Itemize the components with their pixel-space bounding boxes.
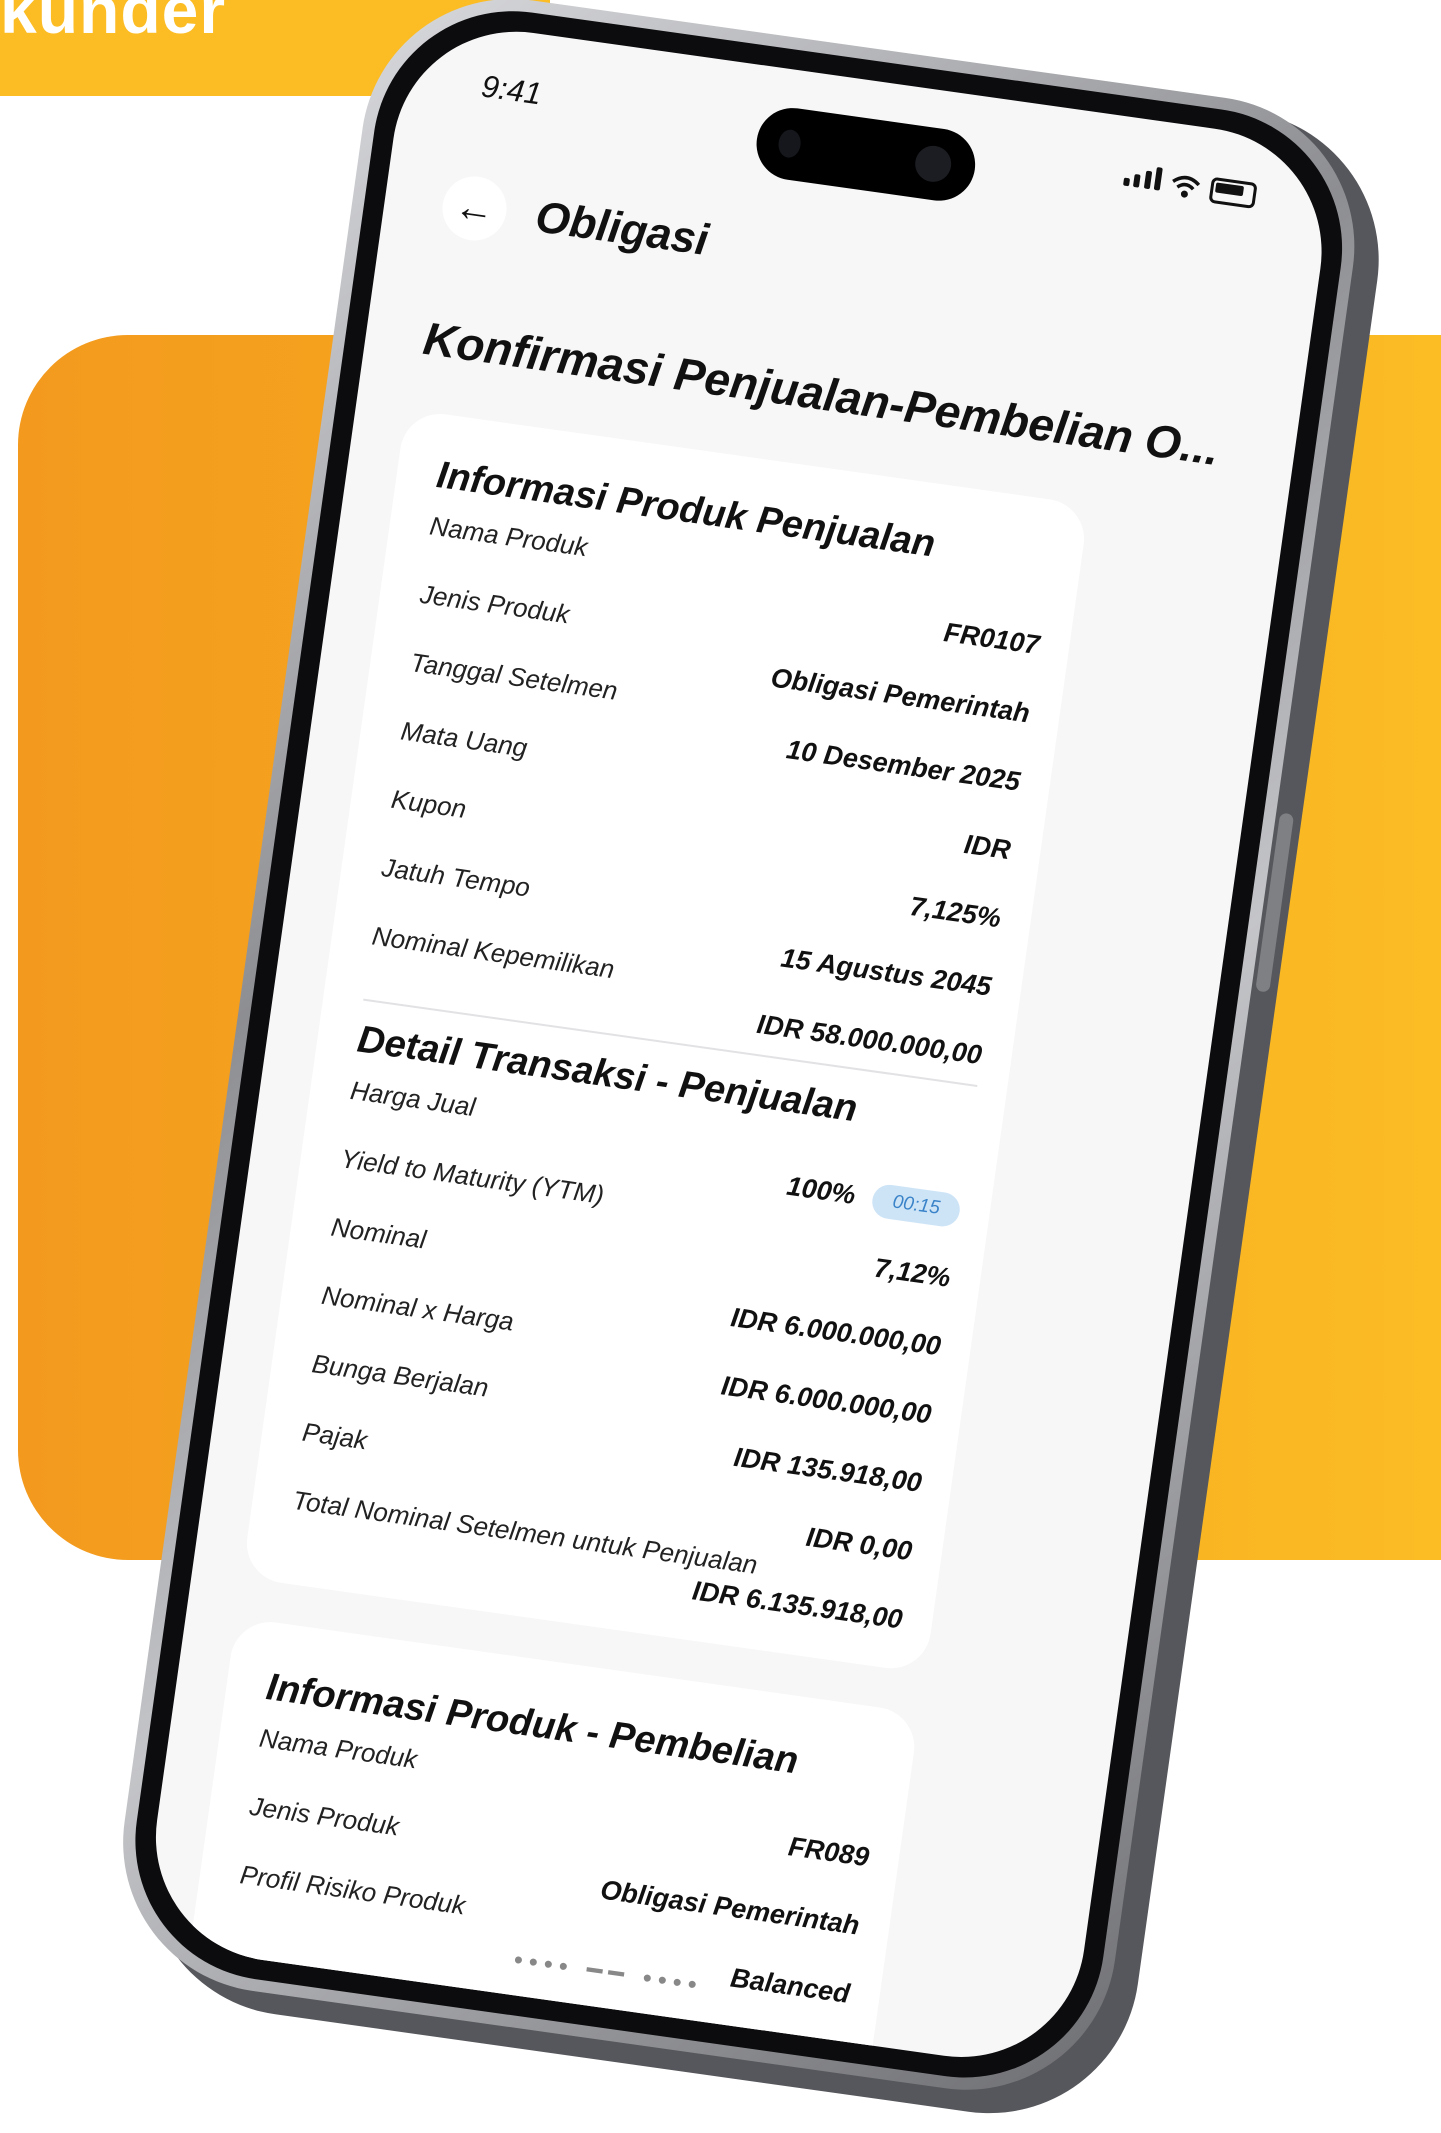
phone-mockup: 9:41 ← Obligasi Konfirmasi Penjualan-Pem… — [102, 0, 1399, 2133]
sale-card: Informasi Produk Penjualan Nama Produk FR… — [241, 408, 1090, 1674]
battery-icon — [1208, 176, 1258, 209]
sensor-icon — [776, 128, 803, 160]
row-value-text: IDR — [962, 828, 1013, 866]
sale-detail-list: Harga Jual 100% 00:15 Yield to Maturity (YT… — [246, 1069, 997, 1643]
row-value-text: IDR 6.135.918,00 — [690, 1575, 905, 1635]
row-value: IDR 58.000.000,00 — [755, 1009, 984, 1071]
row-value-text: IDR 58.000.000,00 — [755, 1008, 984, 1071]
dynamic-island — [751, 103, 980, 206]
app-header: ← Obligasi — [438, 172, 712, 273]
row-value-text: FR089 — [786, 1831, 871, 1873]
row-value-text: 100% — [784, 1170, 858, 1211]
signal-icon — [1122, 163, 1163, 196]
banner-text: kunder — [0, 0, 227, 47]
back-button[interactable]: ← — [438, 172, 511, 245]
row-value: IDR — [962, 829, 1012, 866]
status-icons — [1122, 163, 1258, 209]
camera-icon — [912, 143, 954, 185]
row-value: IDR 6.135.918,00 — [690, 1575, 905, 1635]
status-time: 9:41 — [479, 68, 544, 112]
header-title: Obligasi — [532, 192, 712, 265]
arrow-left-icon: ← — [451, 183, 498, 233]
sale-product-list: Nama Produk FR0107 Jenis Produk Obligasi Pe… — [325, 505, 1076, 1079]
row-value: 7,12% — [872, 1253, 952, 1294]
wifi-icon — [1172, 175, 1201, 198]
row-value-text: 7,12% — [872, 1252, 953, 1293]
